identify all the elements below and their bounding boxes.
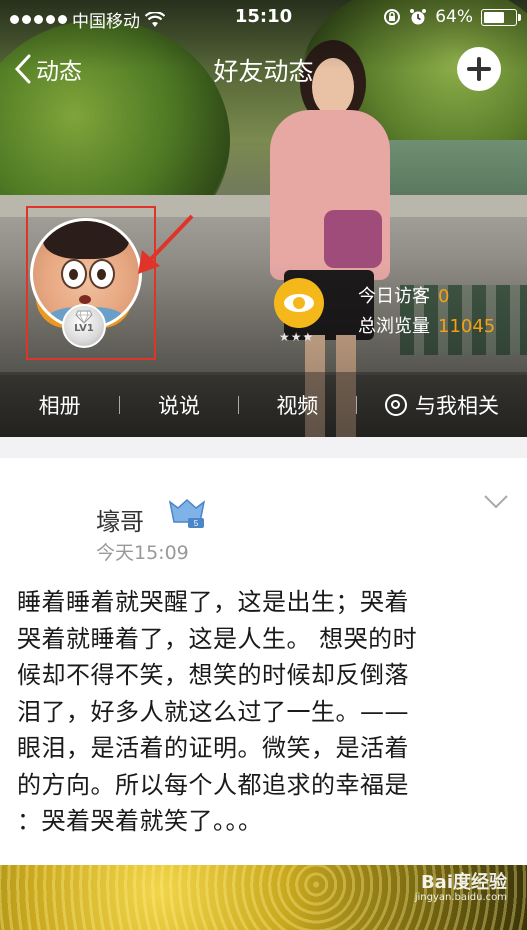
eye-pupil [293, 297, 305, 309]
post-line: 的方向。所以每个人都追求的幸福是 [17, 770, 409, 799]
star-rating: ★★★ [279, 330, 315, 344]
post-line: 哭着就睡着了，这是人生。 想哭的时 [17, 624, 418, 653]
tab-related-to-me[interactable]: 与我相关 [357, 390, 527, 420]
vip-level: 5 [194, 519, 199, 528]
watermark-url: jingyan.baidu.com [414, 892, 507, 903]
views-value: 11045 [438, 316, 496, 337]
page-title: 好友动态 [213, 57, 314, 86]
watermark: Bai度经验 jingyan.baidu.com [415, 868, 507, 903]
plus-icon[interactable] [457, 47, 501, 91]
watermark-brand: Bai度经验 [420, 872, 507, 893]
profile-tabs: 相册 说说 视频 与我相关 [0, 372, 527, 437]
post-time: 今天15:09 [96, 542, 189, 564]
chevron-down-icon[interactable] [483, 494, 509, 510]
post-line: 睡着睡着就哭醒了，这是出生；哭着 [17, 588, 409, 616]
post-line: ：哭着哭着就笑了。。。 [17, 807, 263, 835]
battery-icon [481, 8, 521, 26]
visitors-label: 今日访客 [358, 286, 430, 307]
alarm-icon [410, 9, 427, 25]
tab-video[interactable]: 视频 [239, 390, 356, 420]
post-line: 眼泪，是活着的证明。微笑，是活着 [17, 734, 409, 762]
views-label: 总浏览量 [358, 316, 430, 337]
post-content: 睡着睡着就哭醒了，这是出生；哭着 哭着就睡着了，这是人生。 想哭的时 候却不得不… [17, 584, 497, 840]
eye-icon[interactable] [274, 278, 324, 328]
post-author[interactable]: 壕哥 [96, 502, 144, 537]
visitors-row[interactable]: 今日访客 0 [358, 282, 495, 312]
arrow-pointer-icon [138, 214, 194, 274]
lock-rotation-icon [384, 9, 401, 25]
tab-posts[interactable]: 说说 [120, 390, 237, 420]
battery-percent: 64% [435, 7, 473, 27]
vip-badge-icon: 5 [168, 498, 206, 528]
post-line: 候却不得不笑，想笑的时候却反倒落 [17, 661, 409, 689]
at-icon [385, 393, 407, 416]
post-line: 泪了，好多人就这么过了一生。—— [17, 697, 409, 726]
visit-stats: 今日访客 0 总浏览量 11045 [358, 282, 495, 342]
nav-bar: 动态 好友动态 [0, 40, 527, 98]
status-bar: 中国移动 15:10 64% [0, 0, 527, 36]
tab-album[interactable]: 相册 [0, 390, 119, 420]
views-row: 总浏览量 11045 [358, 312, 495, 342]
visitors-value: 0 [438, 286, 450, 307]
feed-post: 壕哥 5 今天15:09 睡着睡着就哭醒了，这是出生；哭着 哭着就睡着了，这是人… [0, 458, 527, 865]
tab-related-label: 与我相关 [415, 393, 499, 418]
